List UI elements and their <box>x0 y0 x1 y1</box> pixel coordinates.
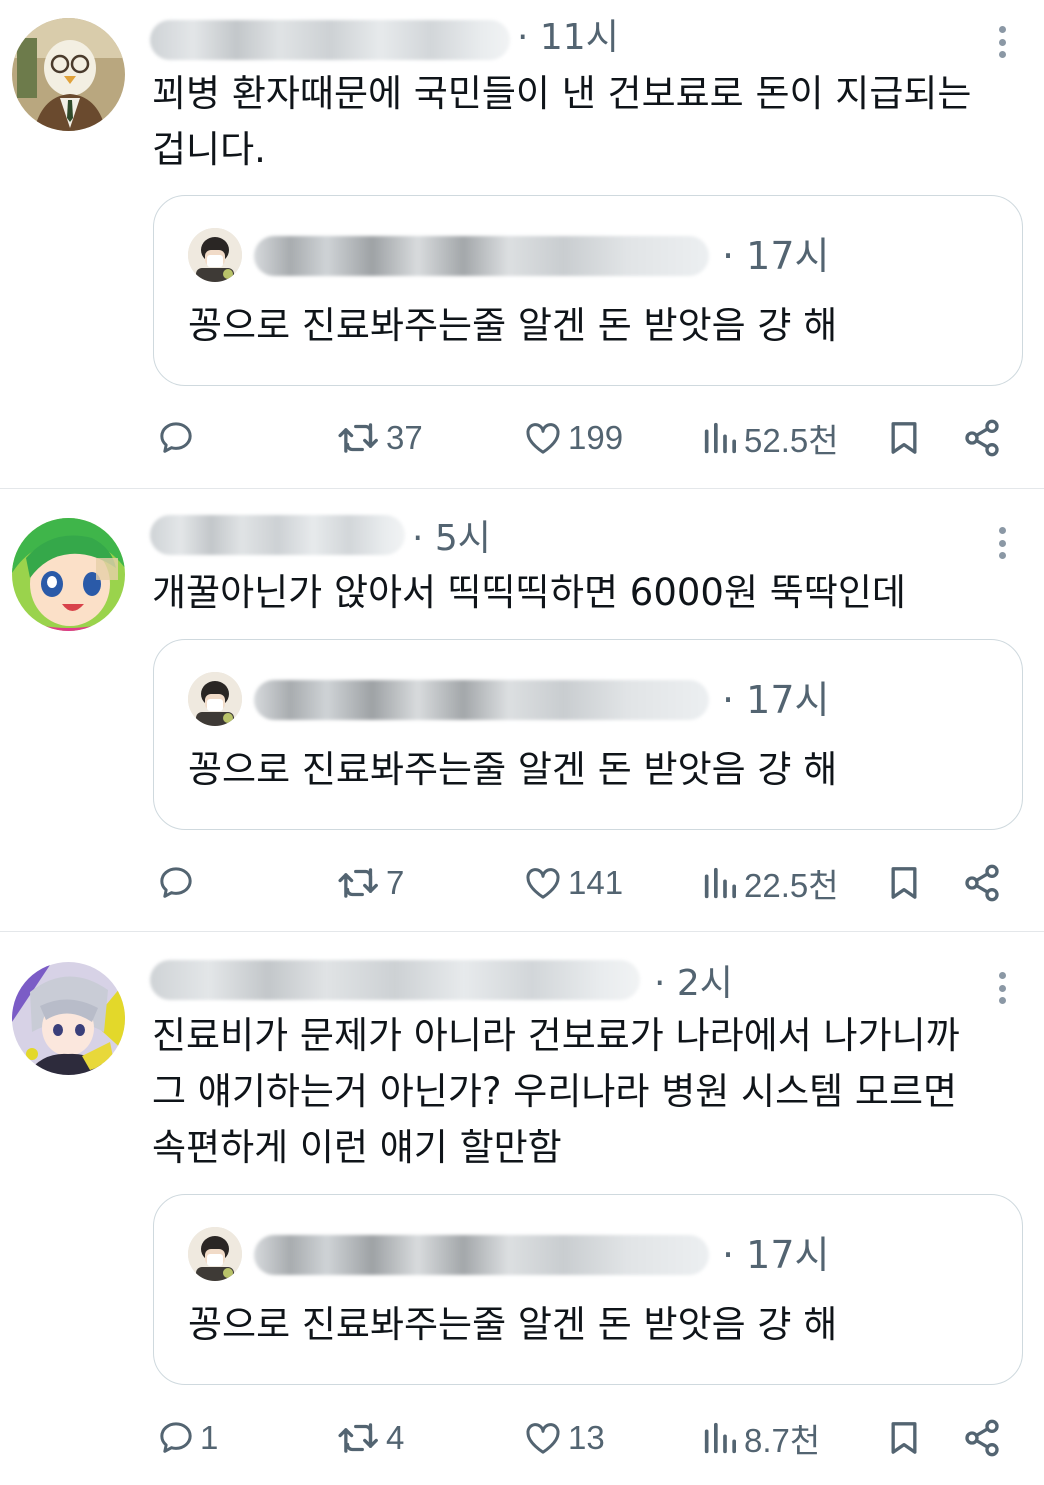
quoted-username-redacted <box>254 680 709 720</box>
views-count: 8.7천 <box>744 1422 821 1459</box>
bar-chart-icon <box>704 422 736 454</box>
repost-button[interactable]: 37 <box>336 416 423 460</box>
post-time[interactable]: · 11시 <box>517 18 619 58</box>
share-icon <box>965 864 999 902</box>
post-time[interactable]: · 5시 <box>412 519 491 559</box>
share-button[interactable] <box>962 1416 1002 1460</box>
post-3[interactable]: · 2시 진료비가 문제가 아니라 건보료가 나라에서 나가니까 그 얘기하는거… <box>0 932 1044 1485</box>
share-icon <box>965 1419 999 1457</box>
avatar[interactable] <box>12 518 125 631</box>
bar-chart-icon <box>704 867 736 899</box>
bookmark-icon <box>891 1422 917 1454</box>
quoted-post[interactable]: · 17시 꽁으로 진료봐주는줄 알겐 돈 받앗음 걍 해 <box>153 1194 1023 1385</box>
more-options-icon[interactable] <box>990 22 1014 62</box>
share-icon <box>965 419 999 457</box>
repost-count: 7 <box>386 864 405 901</box>
post-text: 진료비가 문제가 아니라 건보료가 나라에서 나가니까 그 얘기하는거 아닌가?… <box>152 1014 960 1169</box>
reply-button[interactable] <box>156 416 200 460</box>
heart-icon <box>526 1423 560 1454</box>
like-button[interactable]: 141 <box>522 861 623 905</box>
bookmark-icon <box>891 422 917 454</box>
post-2[interactable]: · 5시 개꿀아닌가 앉아서 띡띡띡하면 6000원 뚝딱인데 · 17시 꽁으… <box>0 489 1044 931</box>
repost-button[interactable]: 4 <box>336 1416 404 1460</box>
post-1[interactable]: · 11시 꾀병 환자때문에 국민들이 낸 건보료로 돈이 지급되는 겁니다. … <box>0 0 1044 488</box>
username-redacted[interactable] <box>150 960 640 1000</box>
repost-count: 4 <box>386 1419 405 1456</box>
quoted-avatar <box>188 672 242 726</box>
action-bar: 1 4 13 8.7천 <box>0 1416 1044 1460</box>
reply-button[interactable]: 1 <box>156 1416 218 1460</box>
quoted-time: · 17시 <box>722 678 830 722</box>
quoted-username-redacted <box>254 1235 709 1275</box>
username-redacted[interactable] <box>150 20 510 60</box>
quoted-text: 꽁으로 진료봐주는줄 알겐 돈 받앗음 걍 해 <box>188 1303 838 1346</box>
quoted-text: 꽁으로 진료봐주는줄 알겐 돈 받앗음 걍 해 <box>188 304 838 347</box>
quoted-avatar <box>188 1227 242 1281</box>
like-count: 199 <box>568 419 624 456</box>
bookmark-button[interactable] <box>884 1416 924 1460</box>
share-button[interactable] <box>962 416 1002 460</box>
repost-arrows-icon <box>338 423 378 453</box>
bookmark-button[interactable] <box>884 416 924 460</box>
bookmark-button[interactable] <box>884 861 924 905</box>
more-options-icon[interactable] <box>990 968 1014 1008</box>
action-bar: 7 141 22.5천 <box>0 861 1044 905</box>
views-button[interactable]: 52.5천 <box>700 416 839 460</box>
avatar[interactable] <box>12 962 125 1075</box>
bar-chart-icon <box>704 1422 736 1454</box>
share-button[interactable] <box>962 861 1002 905</box>
bookmark-icon <box>891 867 917 899</box>
post-time[interactable]: · 2시 <box>654 964 733 1004</box>
repost-arrows-icon <box>338 1423 378 1453</box>
quoted-avatar <box>188 228 242 282</box>
speech-bubble-icon <box>160 867 192 898</box>
quoted-username-redacted <box>254 236 709 276</box>
like-count: 13 <box>568 1419 605 1456</box>
repost-count: 37 <box>386 419 423 456</box>
reply-count: 1 <box>200 1419 219 1456</box>
views-button[interactable]: 8.7천 <box>700 1416 820 1460</box>
quoted-time: · 17시 <box>722 234 830 278</box>
post-text: 개꿀아닌가 앉아서 띡띡띡하면 6000원 뚝딱인데 <box>152 571 906 614</box>
speech-bubble-icon <box>160 422 192 453</box>
speech-bubble-icon <box>160 1422 192 1453</box>
like-button[interactable]: 199 <box>522 416 623 460</box>
quoted-time: · 17시 <box>722 1233 830 1277</box>
quoted-text: 꽁으로 진료봐주는줄 알겐 돈 받앗음 걍 해 <box>188 748 838 791</box>
like-count: 141 <box>568 864 624 901</box>
quoted-post[interactable]: · 17시 꽁으로 진료봐주는줄 알겐 돈 받앗음 걍 해 <box>153 639 1023 830</box>
avatar[interactable] <box>12 18 125 131</box>
views-button[interactable]: 22.5천 <box>700 861 839 905</box>
repost-button[interactable]: 7 <box>336 861 404 905</box>
more-options-icon[interactable] <box>990 523 1014 563</box>
post-text: 꾀병 환자때문에 국민들이 낸 건보료로 돈이 지급되는 겁니다. <box>152 72 972 171</box>
heart-icon <box>526 423 560 454</box>
views-count: 52.5천 <box>744 422 839 459</box>
reply-button[interactable] <box>156 861 200 905</box>
heart-icon <box>526 868 560 899</box>
like-button[interactable]: 13 <box>522 1416 605 1460</box>
username-redacted[interactable] <box>150 515 405 555</box>
quoted-post[interactable]: · 17시 꽁으로 진료봐주는줄 알겐 돈 받앗음 걍 해 <box>153 195 1023 386</box>
views-count: 22.5천 <box>744 867 839 904</box>
action-bar: 37 199 52.5천 <box>0 416 1044 460</box>
repost-arrows-icon <box>338 868 378 898</box>
